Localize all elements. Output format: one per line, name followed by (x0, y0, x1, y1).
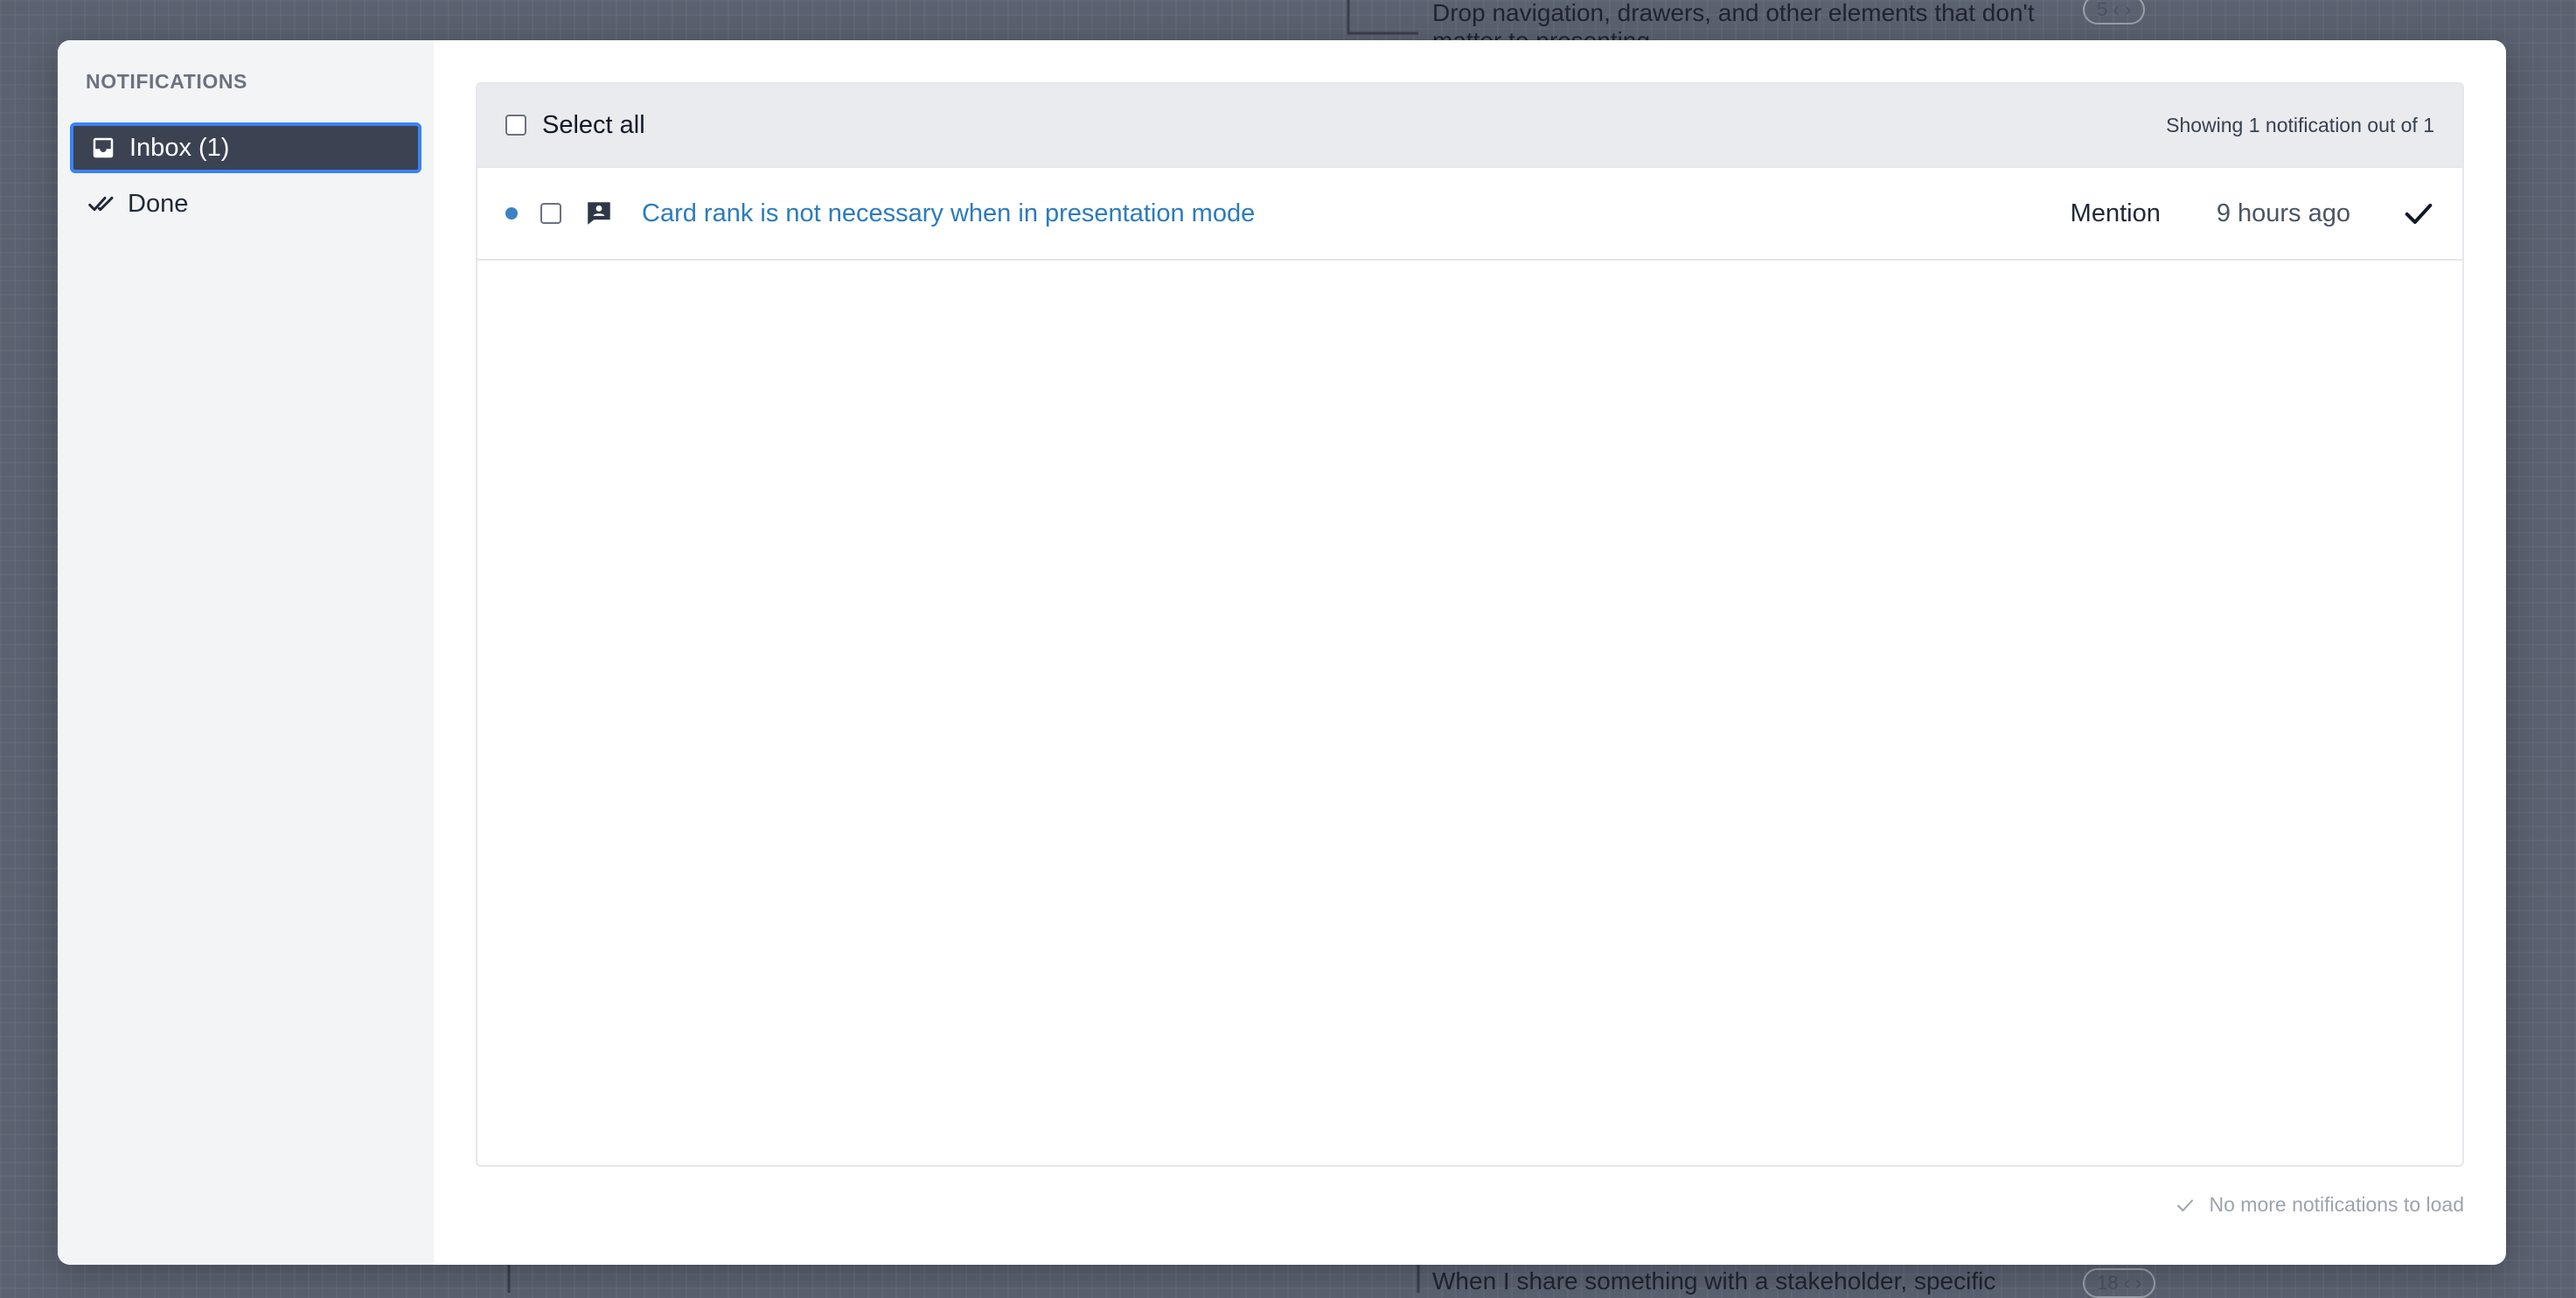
notifications-modal: NOTIFICATIONS Inbox (1) Done Select all … (58, 40, 2506, 1265)
background-card-pager: 18 ‹ › (2083, 1268, 2156, 1298)
notification-checkbox[interactable] (540, 203, 561, 224)
notifications-sidebar: NOTIFICATIONS Inbox (1) Done (58, 40, 434, 1265)
check-icon (2405, 203, 2433, 224)
sidebar-item-done[interactable]: Done (70, 178, 421, 229)
mark-done-button[interactable] (2401, 196, 2436, 231)
notification-row[interactable]: Card rank is not necessary when in prese… (477, 168, 2462, 261)
list-header: Select all Showing 1 notification out of… (477, 84, 2462, 168)
sidebar-item-inbox[interactable]: Inbox (1) (70, 122, 421, 173)
notification-list: Select all Showing 1 notification out of… (476, 82, 2464, 1167)
select-all-label[interactable]: Select all (542, 111, 645, 140)
showing-count-text: Showing 1 notification out of 1 (2166, 113, 2434, 136)
check-icon (2175, 1195, 2196, 1216)
no-more-notifications-note: No more notifications to load (2175, 1193, 2465, 1217)
background-pager-count: 18 (2097, 1272, 2119, 1294)
sidebar-item-label: Inbox (1) (129, 133, 230, 162)
inbox-icon (89, 134, 117, 162)
notification-time: 9 hours ago (2216, 199, 2350, 227)
double-check-icon (87, 190, 115, 218)
background-pager-count: 5 (2097, 0, 2108, 20)
comment-person-icon (584, 199, 614, 228)
notifications-main: Select all Showing 1 notification out of… (434, 40, 2506, 1265)
unread-indicator (505, 207, 518, 220)
notification-reason: Mention (2070, 199, 2161, 227)
sidebar-item-label: Done (128, 189, 189, 218)
background-card-text: When I share something with a stakeholde… (1432, 1267, 1996, 1295)
sidebar-heading: NOTIFICATIONS (86, 70, 247, 93)
background-card-pager: 5 ‹ › (2083, 0, 2146, 24)
notification-title-link[interactable]: Card rank is not necessary when in prese… (642, 199, 1255, 228)
background-card-text: Drop navigation, drawers, and other elem… (1432, 0, 2035, 26)
select-all-checkbox[interactable] (505, 115, 526, 136)
footer-note-text: No more notifications to load (2209, 1193, 2465, 1216)
